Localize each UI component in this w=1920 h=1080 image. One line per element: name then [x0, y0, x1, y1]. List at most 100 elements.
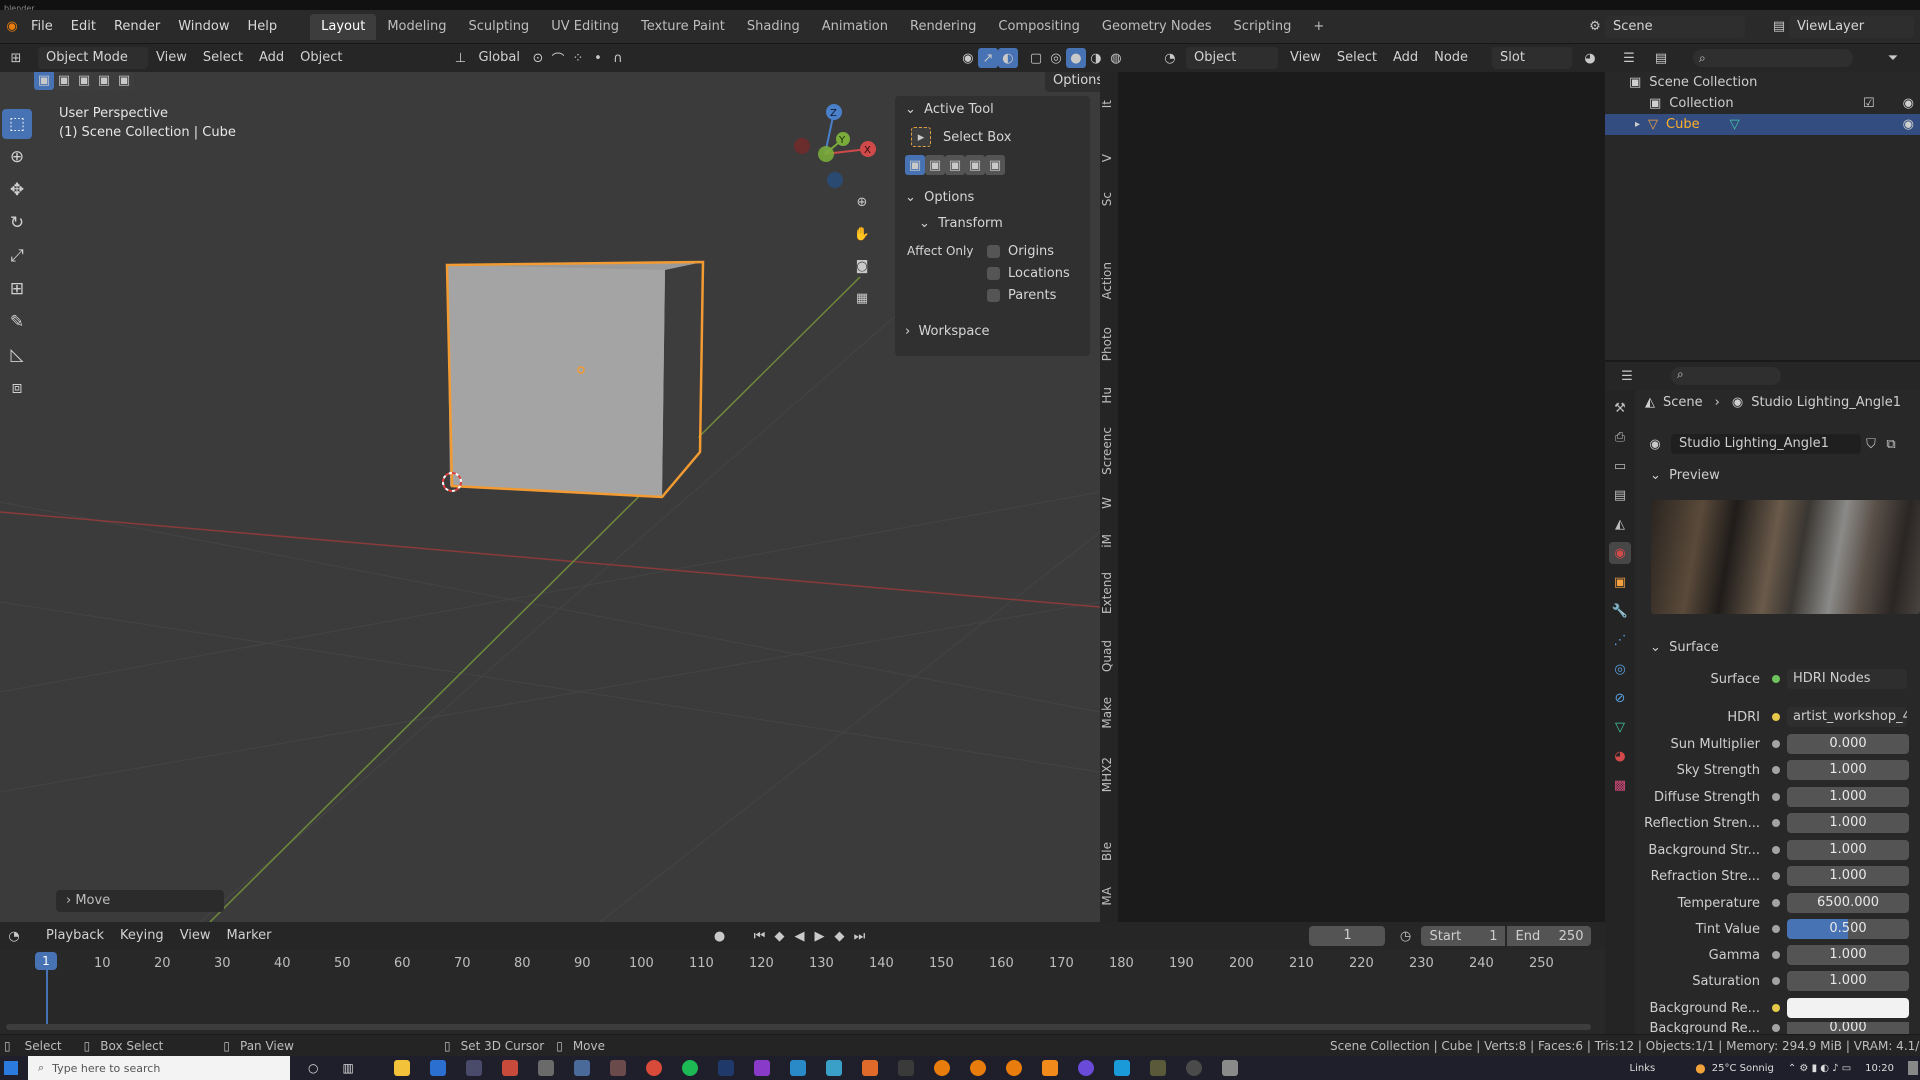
visibility-icon[interactable]: ◉ — [958, 48, 978, 68]
zoom-icon[interactable]: ⊕ — [852, 192, 872, 212]
tab-sculpting[interactable]: Sculpting — [457, 14, 540, 40]
camera-icon[interactable]: ◙ — [852, 256, 872, 276]
expand-icon[interactable]: ▸ — [1635, 119, 1640, 130]
menu-help[interactable]: Help — [239, 13, 287, 41]
play-icon[interactable]: ▶ — [809, 926, 829, 946]
surface-value-field[interactable]: HDRI Nodes — [1787, 669, 1907, 689]
texture-tab-icon[interactable]: ▩ — [1609, 774, 1631, 796]
end-frame-field[interactable]: End 250 — [1507, 926, 1592, 946]
transform-tool-icon[interactable]: ⊞ — [2, 274, 32, 304]
tab-layout[interactable]: Layout — [310, 13, 377, 40]
node-view-menu[interactable]: View — [1282, 46, 1329, 70]
falloff-icon[interactable]: ∩ — [608, 48, 628, 68]
outliner-row-cube[interactable]: ▸ ▽ Cube ▽ ◉ — [1605, 114, 1920, 135]
solid-shading-icon[interactable]: ● — [1065, 48, 1086, 68]
tab-geometry-nodes[interactable]: Geometry Nodes — [1091, 14, 1223, 40]
physics-tab-icon[interactable]: ◎ — [1609, 658, 1631, 680]
annotate-tool-icon[interactable]: ✎ — [2, 307, 32, 337]
slot-dropdown[interactable]: Slot — [1492, 47, 1573, 69]
eye-icon[interactable]: ◉ — [1903, 117, 1914, 132]
menu-window[interactable]: Window — [169, 13, 238, 41]
tab-make[interactable]: Make — [1100, 697, 1118, 729]
overlay-icon[interactable]: ◐ — [997, 48, 1018, 68]
tab-texture-paint[interactable]: Texture Paint — [630, 14, 736, 40]
gizmo-icon[interactable]: ↗ — [977, 48, 998, 68]
tab-modeling[interactable]: Modeling — [376, 14, 457, 40]
app-icon[interactable] — [861, 1060, 878, 1076]
playback-menu[interactable]: Playback — [38, 924, 112, 948]
mesh-data-icon[interactable]: ▽ — [1730, 117, 1740, 132]
scene-tab-icon[interactable]: ◭ — [1609, 513, 1631, 535]
play-reverse-icon[interactable]: ◀ — [789, 926, 809, 946]
world-browse-icon[interactable]: ◉ — [1645, 434, 1665, 454]
viewlayer-icon[interactable]: ▤ — [1769, 17, 1789, 37]
blender-logo-icon[interactable]: ◉ — [2, 17, 22, 37]
particles-tab-icon[interactable]: ⋰ — [1609, 629, 1631, 651]
socket-icon[interactable] — [1772, 899, 1780, 907]
socket-icon[interactable] — [1772, 740, 1780, 748]
breadcrumb-scene[interactable]: Scene — [1663, 395, 1703, 410]
reflection-strength-field[interactable]: 1.000 — [1787, 813, 1909, 833]
node-add-menu[interactable]: Add — [1385, 46, 1426, 70]
select-invert-icon[interactable]: ▣ — [94, 72, 114, 90]
tab-mhx2[interactable]: MHX2 — [1100, 757, 1118, 792]
snap-grid-icon[interactable]: ⁘ — [568, 48, 588, 68]
select-box-tool-icon[interactable]: ⬚ — [2, 109, 32, 139]
sky-strength-field[interactable]: 1.000 — [1787, 760, 1909, 780]
surface-socket-icon[interactable] — [1772, 675, 1780, 683]
measure-tool-icon[interactable]: ◺ — [2, 340, 32, 370]
background-color-swatch[interactable] — [1787, 998, 1909, 1018]
move-tool-icon[interactable]: ✥ — [2, 175, 32, 205]
editor-type-icon[interactable]: ⊞ — [6, 48, 26, 68]
outliner-search-input[interactable]: ⌕ — [1693, 49, 1853, 67]
app-icon[interactable] — [753, 1060, 770, 1076]
outliner-type-icon[interactable]: ☰ — [1619, 48, 1639, 68]
tab-shading[interactable]: Shading — [736, 14, 811, 40]
tab-extend[interactable]: Extend — [1100, 572, 1118, 614]
transform-header[interactable]: ⌄ Transform — [895, 210, 1090, 236]
app-icon[interactable] — [1221, 1060, 1238, 1076]
menu-file[interactable]: File — [22, 13, 62, 41]
outliner-row-scene-collection[interactable]: ▣ Scene Collection — [1605, 72, 1920, 93]
clock-label[interactable]: 10:20 — [1865, 1063, 1894, 1074]
tab-item[interactable]: It — [1100, 100, 1118, 108]
navigation-gizmo[interactable]: Z X Y — [794, 104, 876, 188]
scene-icon[interactable]: ⚙ — [1585, 17, 1605, 37]
app-icon[interactable] — [897, 1060, 914, 1076]
tab-view[interactable]: V — [1100, 154, 1118, 162]
select-subtract-icon[interactable]: ▣ — [74, 72, 94, 90]
vlc-app-icon[interactable] — [1041, 1060, 1058, 1076]
app-icon[interactable] — [573, 1060, 590, 1076]
socket-icon[interactable] — [1772, 1004, 1780, 1012]
tab-ble[interactable]: Ble — [1100, 842, 1118, 861]
last-operator-panel[interactable]: › Move — [56, 890, 224, 912]
app-icon[interactable] — [825, 1060, 842, 1076]
orientation-dropdown[interactable]: Global — [470, 46, 527, 70]
app-icon[interactable] — [789, 1060, 806, 1076]
object-menu[interactable]: Object — [292, 46, 350, 70]
wireframe-shading-icon[interactable]: ◎ — [1046, 48, 1066, 68]
outlook-app-icon[interactable] — [429, 1060, 446, 1076]
add-cube-tool-icon[interactable]: ⧈ — [2, 373, 32, 403]
parents-checkbox[interactable] — [987, 288, 1000, 302]
rendered-shading-icon[interactable]: ◍ — [1106, 48, 1126, 68]
data-tab-icon[interactable]: ▽ — [1609, 716, 1631, 738]
breadcrumb-world[interactable]: Studio Lighting_Angle1 — [1751, 395, 1901, 410]
socket-icon[interactable] — [1772, 951, 1780, 959]
surface-panel-header[interactable]: ⌄ Surface — [1650, 640, 1719, 655]
rotate-tool-icon[interactable]: ↻ — [2, 208, 32, 238]
weather-label[interactable]: 25°C Sonnig — [1712, 1063, 1774, 1074]
tab-ma[interactable]: MA — [1100, 887, 1118, 906]
select-menu[interactable]: Select — [195, 46, 251, 70]
shader-node-editor[interactable] — [1118, 72, 1605, 922]
select-new-icon[interactable]: ▣ — [34, 72, 54, 90]
scale-tool-icon[interactable]: ⤢ — [2, 241, 32, 271]
workspace-header[interactable]: › Workspace — [895, 318, 1090, 344]
calculator-app-icon[interactable] — [465, 1060, 482, 1076]
view-layer-tab-icon[interactable]: ▤ — [1609, 484, 1631, 506]
explorer-app-icon[interactable] — [393, 1060, 410, 1076]
tab-screencast[interactable]: Screenc — [1100, 427, 1118, 475]
mode-intersect-icon[interactable]: ▣ — [985, 155, 1005, 175]
tab-rendering[interactable]: Rendering — [899, 14, 987, 40]
record-icon[interactable]: ● — [709, 926, 729, 946]
